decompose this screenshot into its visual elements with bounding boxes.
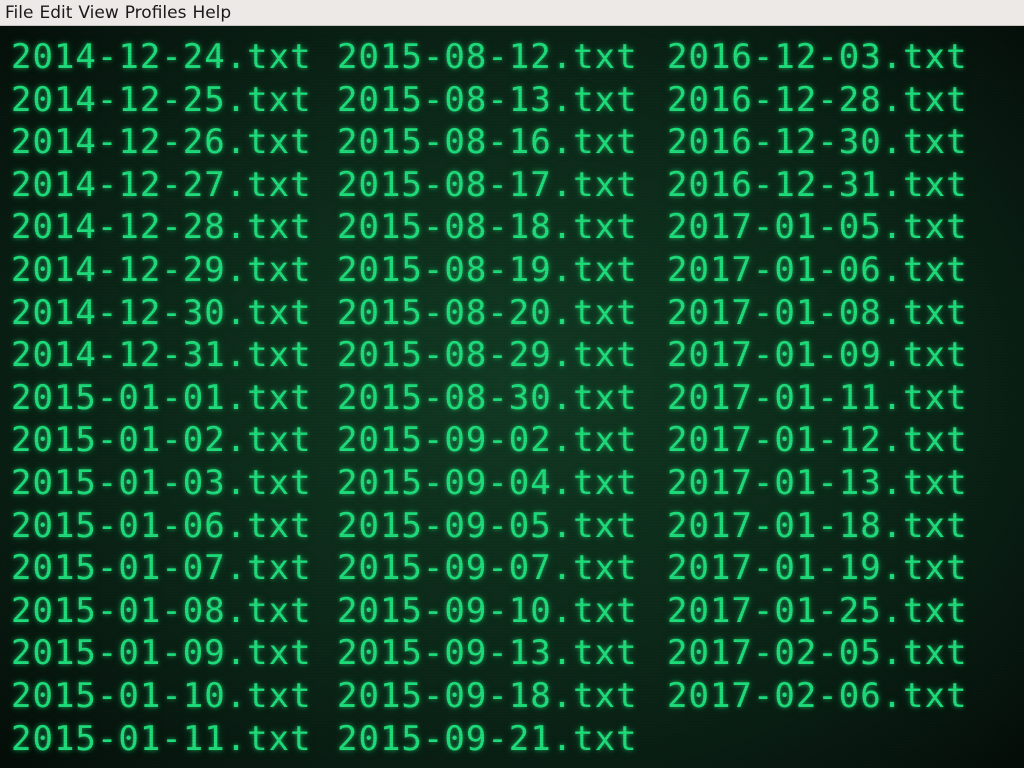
file-entry: 2017-02-06.txt [667,675,968,716]
file-column-1: 2014-12-24.txt 2014-12-25.txt 2014-12-26.t… [11,36,312,760]
file-entry: 2014-12-29.txt [11,249,312,290]
file-entry: 2014-12-31.txt [11,335,312,376]
file-entry: 2017-01-12.txt [667,420,968,461]
file-entry: 2015-08-30.txt [337,377,638,418]
file-entry: 2015-08-19.txt [337,249,638,290]
file-entry: 2017-01-25.txt [667,590,968,631]
file-entry: 2015-09-04.txt [337,462,638,503]
file-entry: 2014-12-27.txt [11,164,312,205]
file-entry: 2015-09-21.txt [337,718,638,759]
file-entry: 2015-01-11.txt [11,718,312,759]
menu-file[interactable]: File [2,0,36,26]
file-entry: 2014-12-25.txt [11,79,312,120]
menu-bar: File Edit View Profiles Help [0,0,1024,26]
file-column-2: 2015-08-12.txt 2015-08-13.txt 2015-08-16.t… [337,36,638,760]
file-entry: 2015-01-06.txt [11,505,312,546]
file-entry: 2017-01-18.txt [667,505,968,546]
file-entry: 2015-01-01.txt [11,377,312,418]
file-entry: 2015-09-13.txt [337,633,638,674]
file-entry: 2017-01-05.txt [667,207,968,248]
file-entry: 2017-01-06.txt [667,249,968,290]
file-entry: 2015-01-09.txt [11,633,312,674]
file-entry: 2015-09-18.txt [337,675,638,716]
file-entry: 2016-12-03.txt [667,37,968,77]
file-entry: 2017-01-13.txt [667,462,968,503]
file-entry: 2015-09-07.txt [337,548,638,589]
menu-profiles[interactable]: Profiles [122,0,190,26]
file-entry: 2015-08-29.txt [337,335,638,376]
file-entry: 2017-02-05.txt [667,633,968,674]
menu-help[interactable]: Help [189,0,234,26]
file-entry: 2016-12-31.txt [667,164,968,205]
terminal-screen[interactable]: 2014-12-24.txt 2014-12-25.txt 2014-12-26.t… [0,26,1024,768]
terminal-window: File Edit View Profiles Help 2014-12-24.… [0,0,1024,768]
file-entry: 2015-08-12.txt [337,37,638,77]
file-entry: 2015-01-10.txt [11,675,312,716]
file-entry: 2015-08-18.txt [337,207,638,248]
file-entry: 2015-01-03.txt [11,462,312,503]
file-entry: 2016-12-30.txt [667,122,968,163]
file-entry: 2014-12-26.txt [11,122,312,163]
file-entry: 2017-01-08.txt [667,292,968,333]
file-entry: 2014-12-24.txt [11,37,312,77]
file-entry: 2014-12-30.txt [11,292,312,333]
file-entry: 2016-12-28.txt [667,79,968,120]
file-column-3: 2016-12-03.txt 2016-12-28.txt 2016-12-30.t… [667,36,968,718]
file-entry: 2014-12-28.txt [11,207,312,248]
menu-view[interactable]: View [75,0,121,26]
file-entry: 2015-08-17.txt [337,164,638,205]
file-entry: 2015-09-05.txt [337,505,638,546]
file-entry: 2015-01-08.txt [11,590,312,631]
file-entry: 2015-08-13.txt [337,79,638,120]
menu-edit[interactable]: Edit [36,0,75,26]
file-entry: 2015-01-02.txt [11,420,312,461]
file-entry: 2015-08-20.txt [337,292,638,333]
file-entry: 2015-09-02.txt [337,420,638,461]
file-listing: 2014-12-24.txt 2014-12-25.txt 2014-12-26.t… [0,26,1024,768]
file-entry: 2015-08-16.txt [337,122,638,163]
file-entry: 2017-01-11.txt [667,377,968,418]
file-entry: 2017-01-09.txt [667,335,968,376]
file-entry: 2015-01-07.txt [11,548,312,589]
file-entry: 2015-09-10.txt [337,590,638,631]
file-entry: 2017-01-19.txt [667,548,968,589]
